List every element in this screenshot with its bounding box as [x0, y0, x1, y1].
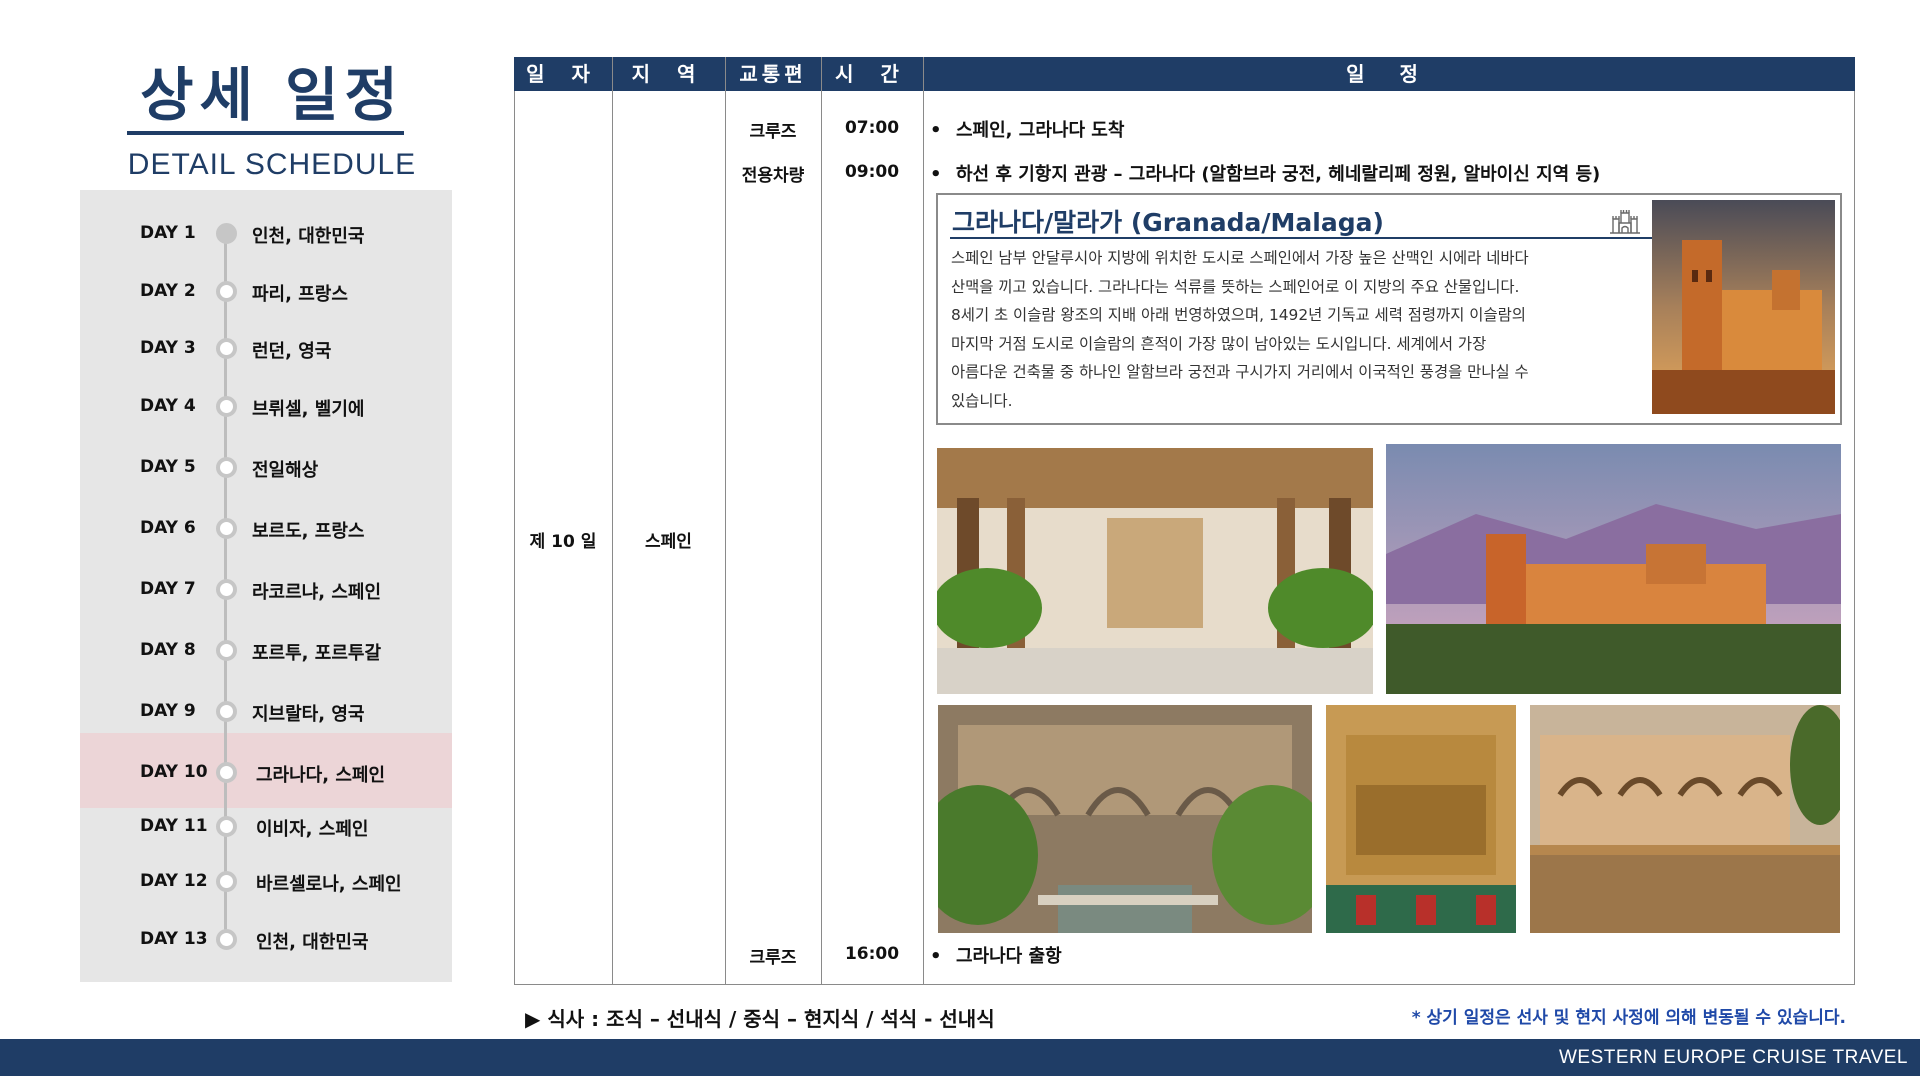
arabesque-wall-photo — [1326, 705, 1516, 933]
alhambra-tower-photo — [1652, 200, 1835, 414]
day-city: 라코르냐, 스페인 — [252, 582, 382, 603]
info-line: 마지막 거점 도시로 이슬람의 흔적이 가장 많이 남아있는 도시입니다. 세계… — [951, 334, 1487, 353]
timeline-dot — [216, 871, 237, 892]
day-item-11[interactable]: DAY 11 이비자, 스페인 — [80, 811, 452, 843]
partal-palace-photo — [1530, 705, 1840, 933]
bullet: • — [930, 164, 942, 185]
day-item-9[interactable]: DAY 9 지브랄타, 영국 — [80, 696, 452, 728]
time-cell: 09:00 — [844, 162, 900, 182]
bottom-bar: WESTERN EUROPE CRUISE TRAVEL — [0, 1039, 1920, 1076]
info-line: 8세기 초 이슬람 왕조의 지배 아래 번영하였으며, 1492년 기독교 세력… — [951, 306, 1526, 324]
info-line: 스페인 남부 안달루시아 지방에 위치한 도시로 스페인에서 가장 높은 산맥인… — [951, 249, 1529, 267]
day-city: 이비자, 스페인 — [256, 819, 369, 840]
day-item-10[interactable]: DAY 10 그라나다, 스페인 — [80, 757, 452, 789]
day-item-5[interactable]: DAY 5 전일해상 — [80, 452, 452, 484]
timeline-dot — [216, 338, 237, 359]
day-city: 브뤼셀, 벨기에 — [252, 399, 365, 420]
day-item-4[interactable]: DAY 4 브뤼셀, 벨기에 — [80, 391, 452, 423]
bullet: • — [930, 120, 942, 141]
schedule-item: • 그라나다 출항 — [930, 942, 1062, 968]
castle-icon — [1610, 210, 1640, 234]
day-city: 그라나다, 스페인 — [256, 765, 386, 786]
schedule-item: • 하선 후 기항지 관광 – 그라나다 (알함브라 궁전, 헤네랄리페 정원, … — [930, 160, 1600, 186]
day-city: 포르투, 포르투갈 — [252, 643, 382, 664]
alhambra-panorama-photo — [1386, 444, 1841, 694]
day-city: 인천, 대한민국 — [252, 226, 365, 247]
schedule-text: 그라나다 출항 — [956, 946, 1062, 967]
page-subtitle: DETAIL SCHEDULE — [127, 148, 417, 181]
brand-text: WESTERN EUROPE CRUISE TRAVEL — [1558, 1047, 1908, 1068]
day-city: 전일해상 — [252, 460, 319, 481]
timeline-dot — [216, 929, 237, 950]
day-item-12[interactable]: DAY 12 바르셀로나, 스페인 — [80, 866, 452, 898]
timeline-dot — [216, 281, 237, 302]
timeline-dot — [216, 223, 237, 244]
timeline-dot — [216, 640, 237, 661]
page-title: 상세 일정 — [140, 61, 404, 129]
info-line: 아름다운 건축물 중 하나인 알함브라 궁전과 구시가지 거리에서 이국적인 풍… — [951, 363, 1529, 381]
day-item-13[interactable]: DAY 13 인천, 대한민국 — [80, 924, 452, 956]
info-title: 그라나다/말라가 (Granada/Malaga) — [952, 208, 1384, 237]
timeline-dot — [216, 518, 237, 539]
day-cell: 제 10 일 — [529, 532, 597, 552]
timeline-dot — [216, 457, 237, 478]
info-line: 산맥을 끼고 있습니다. 그라나다는 석류를 뜻하는 스페인어로 이 지방의 주… — [951, 277, 1520, 296]
day-item-6[interactable]: DAY 6 보르도, 프랑스 — [80, 513, 452, 545]
schedule-text: 스페인, 그라나다 도착 — [956, 120, 1125, 141]
table-header: 일 자 지 역 교통편 시 간 일 정 — [514, 57, 1855, 91]
info-description: 스페인 남부 안달루시아 지방에 위치한 도시로 스페인에서 가장 높은 산맥인… — [951, 244, 1651, 415]
transport-cell: 전용차량 — [741, 166, 805, 186]
day-city: 런던, 영국 — [252, 341, 332, 362]
day-city: 바르셀로나, 스페인 — [256, 874, 402, 895]
region-cell: 스페인 — [645, 532, 692, 552]
info-title-divider — [950, 237, 1658, 239]
schedule-text: 하선 후 기항지 관광 – 그라나다 (알함브라 궁전, 헤네랄리페 정원, 알… — [956, 164, 1601, 185]
day-item-3[interactable]: DAY 3 런던, 영국 — [80, 333, 452, 365]
timeline-dot — [216, 701, 237, 722]
transport-cell: 크루즈 — [749, 122, 797, 142]
header-region: 지 역 — [631, 62, 706, 86]
generalife-fountain-photo — [938, 705, 1312, 933]
title-divider — [127, 131, 404, 135]
header-schedule: 일 정 — [1346, 62, 1432, 86]
header-time: 시 간 — [835, 62, 909, 86]
timeline-dot — [216, 396, 237, 417]
info-line: 있습니다. — [951, 391, 1013, 410]
day-item-7[interactable]: DAY 7 라코르냐, 스페인 — [80, 574, 452, 606]
timeline-dot — [216, 816, 237, 837]
schedule-notice: * 상기 일정은 선사 및 현지 사정에 의해 변동될 수 있습니다. — [1411, 1008, 1846, 1028]
day-city: 보르도, 프랑스 — [252, 521, 365, 542]
time-cell: 07:00 — [844, 118, 900, 138]
day-city: 인천, 대한민국 — [256, 932, 369, 953]
day-item-2[interactable]: DAY 2 파리, 프랑스 — [80, 276, 452, 308]
column-divider — [725, 57, 726, 985]
column-divider — [923, 57, 924, 985]
column-divider — [821, 57, 822, 985]
court-of-lions-photo — [937, 448, 1373, 694]
header-transport: 교통편 — [739, 62, 807, 86]
header-day: 일 자 — [526, 62, 600, 86]
meal-info: ▶ 식사 : 조식 – 선내식 / 중식 – 현지식 / 석식 - 선내식 — [525, 1007, 995, 1031]
day-city: 파리, 프랑스 — [252, 284, 348, 305]
bullet: • — [930, 946, 942, 967]
timeline-dot — [216, 762, 237, 783]
timeline-dot — [216, 579, 237, 600]
day-item-8[interactable]: DAY 8 포르투, 포르투갈 — [80, 635, 452, 667]
time-cell: 16:00 — [844, 944, 900, 964]
day-city: 지브랄타, 영국 — [252, 704, 365, 725]
schedule-item: • 스페인, 그라나다 도착 — [930, 116, 1124, 142]
transport-cell: 크루즈 — [749, 948, 797, 968]
day-item-1[interactable]: DAY 1 인천, 대한민국 — [80, 218, 452, 250]
column-divider — [612, 57, 613, 985]
